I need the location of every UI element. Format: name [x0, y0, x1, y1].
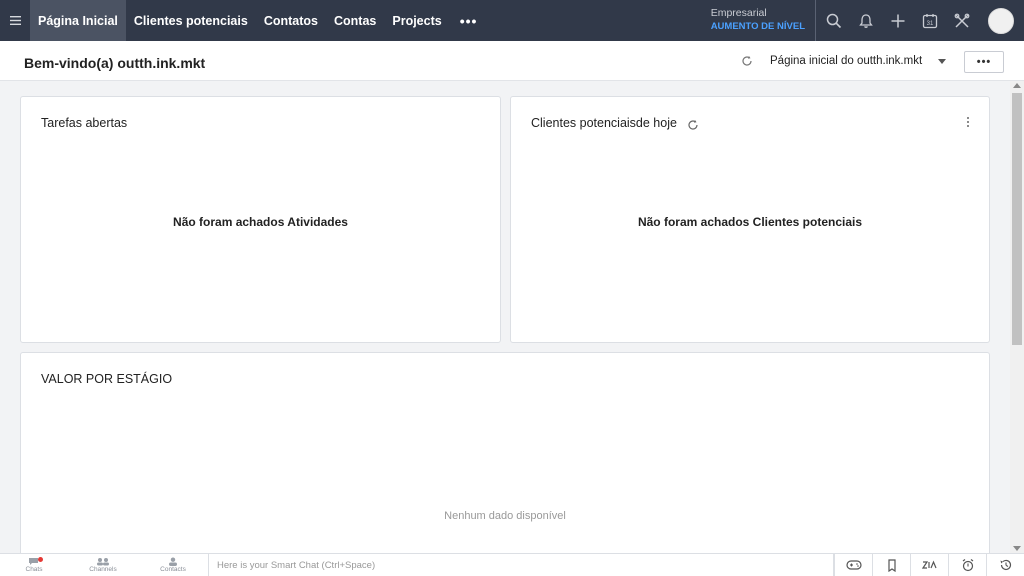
refresh-icon[interactable]: [741, 54, 753, 72]
todays-leads-card: Clientes potenciaisde hoje Não foram ach…: [510, 96, 990, 343]
scroll-up-icon[interactable]: [1013, 83, 1021, 88]
card-title: Clientes potenciaisde hoje: [531, 116, 677, 130]
scroll-down-icon[interactable]: [1013, 546, 1021, 551]
bottom-chat-bar: Chats Channels Contacts Here is your Sma…: [0, 553, 1024, 576]
plus-icon[interactable]: [882, 0, 914, 41]
page-scrollbar[interactable]: [1010, 81, 1024, 553]
home-view-select[interactable]: Página inicial do outth.ink.mkt: [770, 55, 922, 67]
edition-info: Empresarial AUMENTO DE NÍVEL: [711, 0, 816, 41]
empty-message: Não foram achados Clientes potenciais: [637, 215, 863, 229]
kebab-menu-icon[interactable]: [967, 117, 969, 127]
chats-label: Chats: [25, 566, 43, 573]
bottom-right-tools: [834, 554, 1024, 576]
no-data-message: Nenhum dado disponível: [444, 510, 566, 522]
more-options-button[interactable]: •••: [964, 51, 1004, 73]
stage-value-card: VALOR POR ESTÁGIO Nenhum dado disponível: [20, 352, 990, 562]
chevron-down-icon[interactable]: [938, 59, 946, 64]
smart-chat-input[interactable]: Here is your Smart Chat (Ctrl+Space): [208, 554, 834, 576]
top-navbar: Página Inicial Clientes potenciais Conta…: [0, 0, 1024, 41]
refresh-icon[interactable]: [687, 118, 699, 136]
nav-more-button[interactable]: •••: [450, 0, 488, 41]
calendar-icon[interactable]: 31: [914, 0, 946, 41]
tools-icon[interactable]: [946, 0, 978, 41]
empty-message: Não foram achados Atividades: [173, 215, 348, 229]
top-right-tools: Empresarial AUMENTO DE NÍVEL 31: [711, 0, 1024, 41]
card-title: VALOR POR ESTÁGIO: [41, 372, 173, 386]
page-title: Bem-vindo(a) outth.ink.mkt: [24, 55, 206, 71]
search-icon[interactable]: [818, 0, 850, 41]
contact-icon: [169, 557, 177, 566]
contacts-label: Contacts: [160, 566, 186, 573]
tab-home[interactable]: Página Inicial: [30, 0, 126, 41]
notes-icon[interactable]: [872, 554, 910, 576]
tab-projects[interactable]: Projects: [384, 0, 449, 41]
history-icon[interactable]: [986, 554, 1024, 576]
avatar[interactable]: [988, 7, 1014, 34]
calendar-day: 31: [927, 21, 934, 27]
tab-leads[interactable]: Clientes potenciais: [126, 0, 256, 41]
chats-button[interactable]: Chats: [0, 554, 68, 576]
channels-button[interactable]: Channels: [68, 554, 138, 576]
channels-icon: [97, 558, 109, 566]
tab-contacts[interactable]: Contatos: [256, 0, 326, 41]
hamburger-menu-icon[interactable]: [0, 0, 30, 41]
open-tasks-card: Tarefas abertas Não foram achados Ativid…: [20, 96, 501, 343]
channels-label: Channels: [89, 566, 117, 573]
alarm-icon[interactable]: [948, 554, 986, 576]
gamepad-icon[interactable]: [834, 554, 872, 576]
scroll-thumb[interactable]: [1012, 93, 1022, 345]
page-header: Bem-vindo(a) outth.ink.mkt Página inicia…: [0, 41, 1024, 81]
upgrade-link[interactable]: AUMENTO DE NÍVEL: [711, 20, 805, 34]
notification-dot: [38, 557, 43, 562]
bell-icon[interactable]: [850, 0, 882, 41]
card-title: Tarefas abertas: [41, 116, 128, 130]
tab-accounts[interactable]: Contas: [326, 0, 384, 41]
contacts-button[interactable]: Contacts: [138, 554, 208, 576]
zia-icon[interactable]: [910, 554, 948, 576]
edition-name: Empresarial: [710, 7, 767, 19]
